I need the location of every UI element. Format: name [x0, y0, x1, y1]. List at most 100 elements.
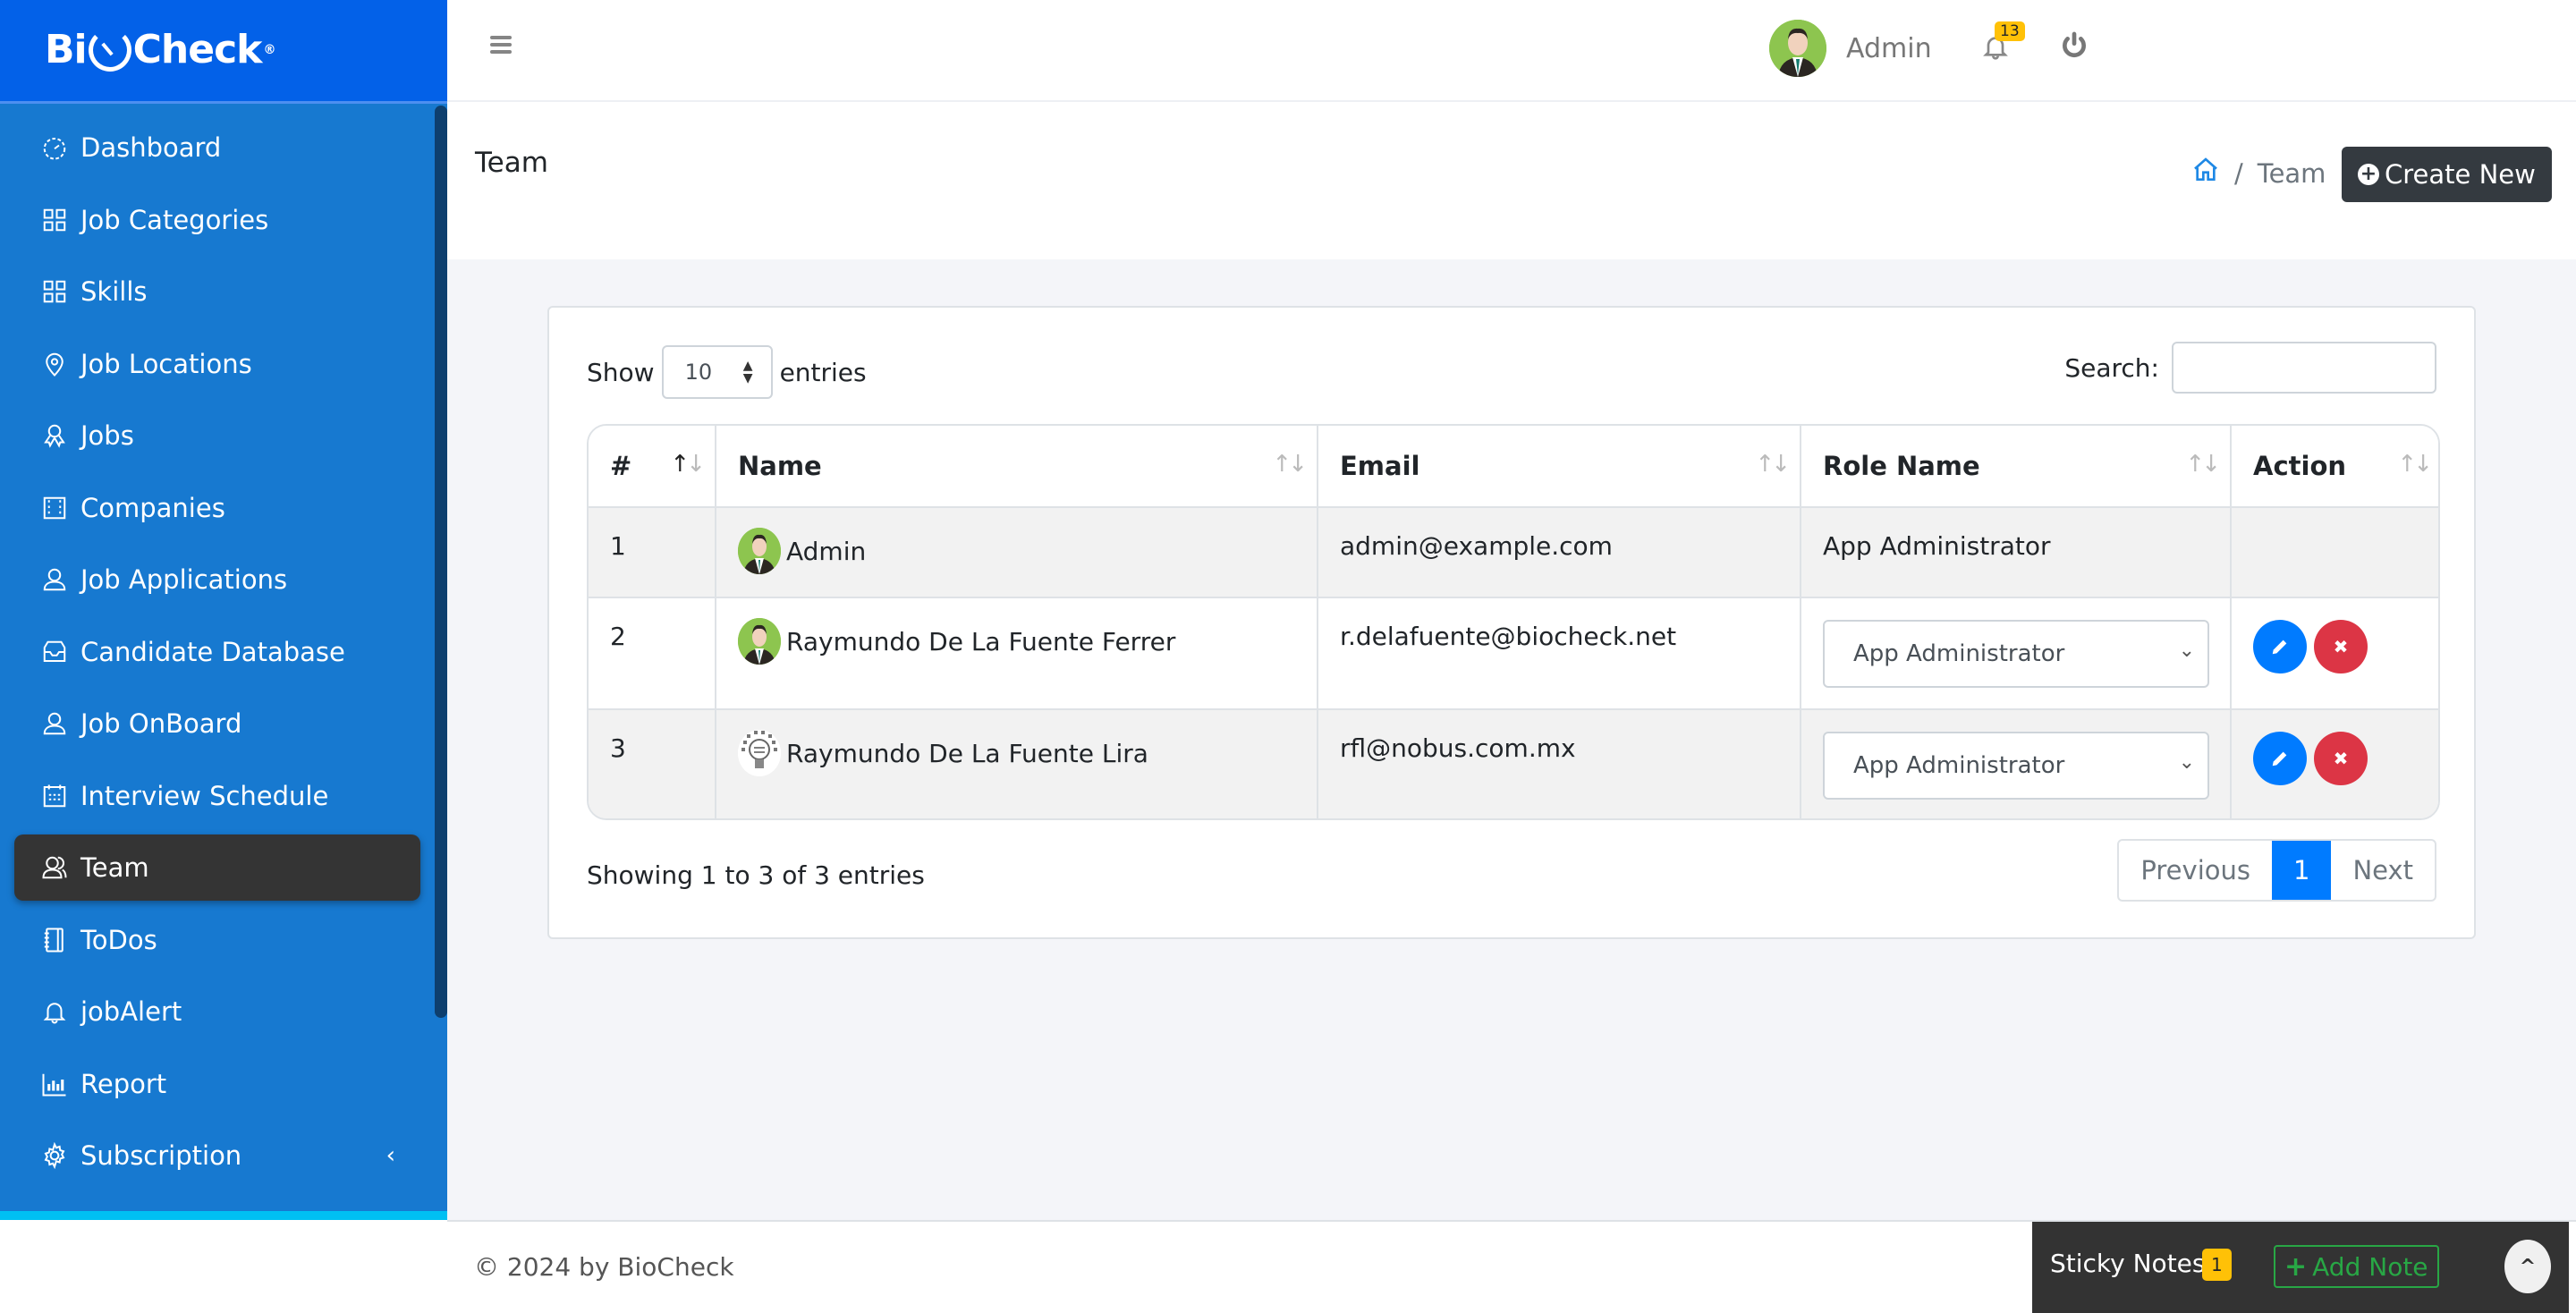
sidebar-scrollbar[interactable]	[435, 106, 447, 1018]
add-note-button[interactable]: + Add Note	[2274, 1245, 2439, 1288]
cell-role: App Administrator	[1801, 508, 2232, 597]
column-header-action[interactable]: Action ↑↓	[2232, 426, 2438, 506]
sidebar-item-interview-schedule[interactable]: Interview Schedule	[14, 763, 420, 829]
gear-icon	[41, 1142, 68, 1169]
edit-button[interactable]	[2253, 620, 2307, 673]
brand-logo[interactable]: Bi Check ®	[45, 27, 275, 72]
show-label: Show	[587, 357, 655, 387]
sort-arrows-icon[interactable]: ↑↓	[2397, 451, 2433, 478]
sidebar-item-job-onboard[interactable]: Job OnBoard	[14, 690, 420, 757]
column-header-name[interactable]: Name ↑↓	[716, 426, 1318, 506]
sidebar-item-label: Team	[80, 852, 149, 883]
create-new-label: Create New	[2385, 159, 2536, 190]
sidebar-item-job-applications[interactable]: Job Applications	[14, 546, 420, 613]
member-name-cell: Raymundo De La Fuente Lira	[738, 730, 1148, 776]
cell-role: App Administrator ⌄	[1801, 710, 2232, 818]
edit-button[interactable]	[2253, 732, 2307, 785]
user-icon	[41, 566, 68, 593]
role-select[interactable]: App Administrator ⌄	[1823, 732, 2209, 800]
member-name: Raymundo De La Fuente Ferrer	[786, 626, 1176, 656]
sidebar-item-label: Dashboard	[80, 132, 222, 163]
next-page-button[interactable]: Next	[2331, 841, 2435, 900]
x-icon: ✖	[2333, 748, 2349, 769]
sidebar-item-jobs[interactable]: Jobs	[14, 402, 420, 469]
page-length-select[interactable]: 10 ▲ ▼	[661, 345, 773, 399]
team-table: # ↑↓ Name ↑↓ Email ↑↓ Role Name ↑↓ Action ↑↓ 1 Admi…	[587, 424, 2440, 820]
sidebar-item-team[interactable]: Team	[14, 834, 420, 901]
delete-button[interactable]: ✖	[2314, 620, 2368, 673]
sort-arrows-icon[interactable]: ↑↓	[2185, 451, 2221, 478]
sidebar-item-label: Jobs	[80, 420, 134, 451]
grid-icon	[41, 278, 68, 305]
previous-page-button[interactable]: Previous	[2119, 841, 2272, 900]
sort-arrows-icon[interactable]: ↑↓	[1272, 451, 1308, 478]
scroll-up-chevron-icon[interactable]: ^	[2504, 1240, 2551, 1293]
pencil-icon	[2272, 640, 2287, 655]
create-new-button[interactable]: + Create New	[2342, 147, 2552, 202]
cell-action: ✖	[2232, 598, 2438, 708]
delete-button[interactable]: ✖	[2314, 732, 2368, 785]
sidebar-item-subscription[interactable]: Subscription ‹	[14, 1122, 420, 1189]
sidebar-item-label: jobAlert	[80, 996, 182, 1027]
cell-name: Raymundo De La Fuente Lira	[716, 710, 1318, 818]
plus-icon: +	[2284, 1250, 2308, 1283]
sidebar-item-companies[interactable]: Companies	[14, 475, 420, 541]
column-header-email[interactable]: Email ↑↓	[1318, 426, 1801, 506]
sidebar-item-jobalert[interactable]: jobAlert	[14, 978, 420, 1045]
chevron-left-icon[interactable]: ‹	[386, 1142, 395, 1169]
grid-icon	[41, 207, 68, 233]
breadcrumb-current: Team	[2257, 157, 2326, 189]
sort-arrows-icon[interactable]: ↑↓	[1755, 451, 1791, 478]
top-navbar	[447, 0, 2576, 102]
sort-arrows-icon[interactable]: ↑↓	[670, 451, 706, 478]
member-name-cell: Admin	[738, 528, 866, 574]
chevron-down-icon: ⌄	[2178, 640, 2195, 662]
notification-badge: 13	[1995, 21, 2025, 41]
sticky-notes-label[interactable]: Sticky Notes	[2050, 1249, 2205, 1278]
sidebar-item-todos[interactable]: ToDos	[14, 907, 420, 973]
member-email: rfl@nobus.com.mx	[1340, 733, 1576, 763]
sidebar-item-label: Report	[80, 1068, 167, 1099]
search-input[interactable]	[2172, 342, 2436, 394]
cell-action	[2232, 508, 2438, 597]
users-icon	[41, 854, 68, 881]
sidebar-item-label: Job OnBoard	[80, 708, 242, 739]
column-header-label: Action	[2253, 451, 2347, 481]
page-header: Team / Team + Create New	[447, 102, 2576, 259]
logo-text-left: Bi	[45, 27, 88, 72]
cell-number: 2	[589, 598, 716, 708]
role-select-value: App Administrator	[1853, 640, 2065, 667]
entries-label: entries	[779, 357, 867, 387]
power-logout-icon[interactable]	[2060, 30, 2089, 59]
sidebar-bottom-bar	[0, 1211, 447, 1220]
sidebar-item-report[interactable]: Report	[14, 1051, 420, 1117]
page-1-button[interactable]: 1	[2271, 841, 2332, 900]
man-avatar-icon	[738, 528, 781, 574]
sidebar-item-label: Candidate Database	[80, 636, 345, 667]
column-header-role-name[interactable]: Role Name ↑↓	[1801, 426, 2232, 506]
cell-role: App Administrator ⌄	[1801, 598, 2232, 708]
column-header-label: Name	[738, 451, 822, 481]
notebook-icon	[41, 927, 68, 953]
search-control: Search:	[2064, 342, 2436, 394]
member-name-cell: Raymundo De La Fuente Ferrer	[738, 618, 1175, 665]
home-icon[interactable]	[2191, 156, 2220, 191]
sidebar-item-label: Job Applications	[80, 564, 288, 595]
column-header-number[interactable]: # ↑↓	[589, 426, 716, 506]
page-title: Team	[475, 147, 548, 179]
member-email: admin@example.com	[1340, 531, 1613, 561]
sidebar-item-label: Job Locations	[80, 348, 252, 379]
clock-icon	[88, 28, 131, 72]
bell-icon	[41, 998, 68, 1025]
sidebar-footer-space	[0, 1220, 447, 1313]
member-email: r.delafuente@biocheck.net	[1340, 622, 1677, 651]
sidebar-item-skills[interactable]: Skills	[14, 258, 420, 325]
sidebar-item-job-categories[interactable]: Job Categories	[14, 187, 420, 253]
sidebar-item-dashboard[interactable]: Dashboard	[14, 114, 420, 181]
menu-toggle-icon[interactable]	[490, 36, 512, 55]
role-select[interactable]: App Administrator ⌄	[1823, 620, 2209, 688]
user-menu[interactable]: Admin	[1769, 20, 1932, 77]
sidebar-item-candidate-database[interactable]: Candidate Database	[14, 619, 420, 685]
sidebar-item-job-locations[interactable]: Job Locations	[14, 331, 420, 397]
cell-number: 1	[589, 508, 716, 597]
